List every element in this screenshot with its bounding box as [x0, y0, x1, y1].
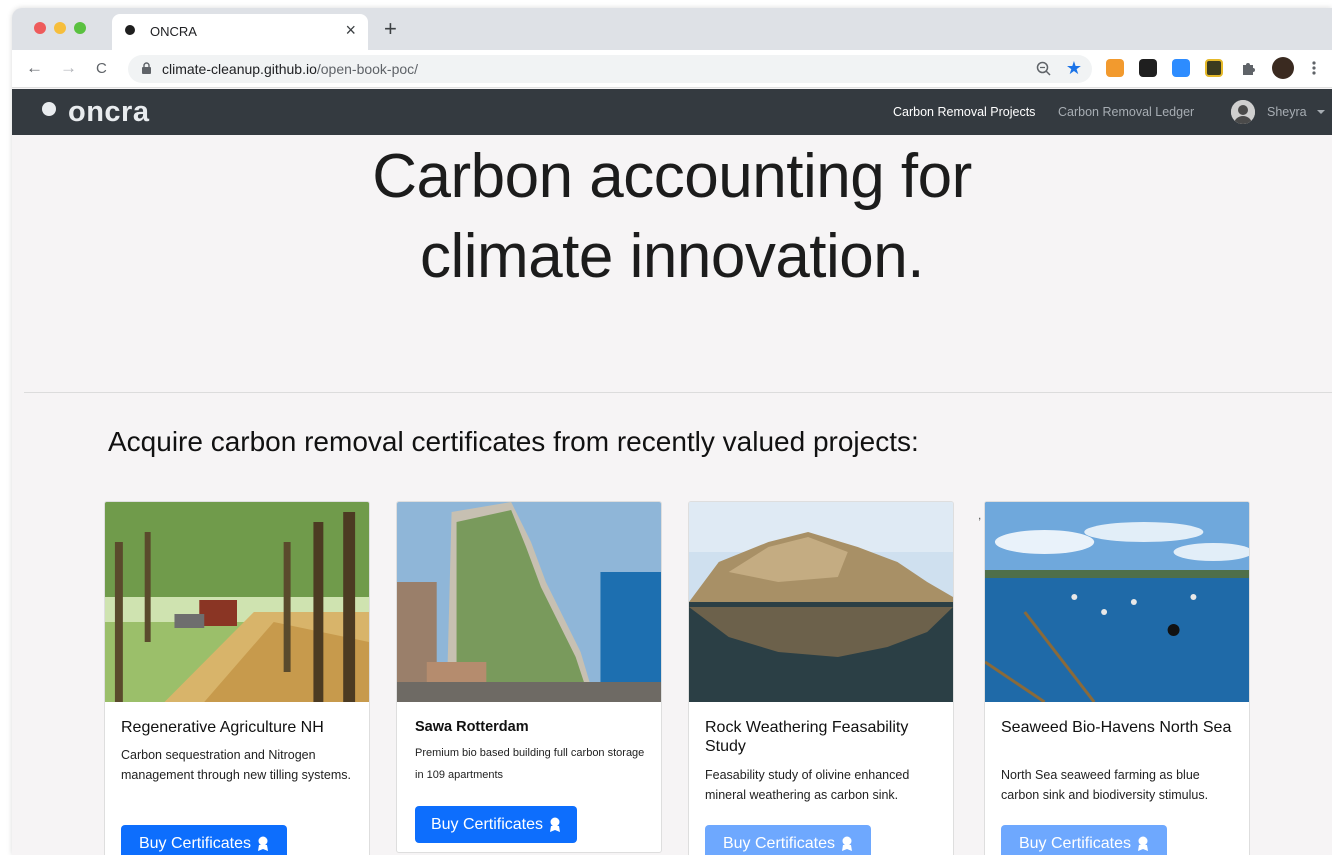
project-card: Sawa Rotterdam Premium bio based buildin…: [396, 501, 662, 853]
project-title: Rock Weathering Feasability Study: [705, 719, 909, 755]
buy-certificates-button[interactable]: Buy Certificates: [121, 825, 287, 855]
extension-c-icon[interactable]: [1139, 59, 1157, 77]
user-menu-caret-icon[interactable]: [1317, 110, 1325, 114]
project-image-seaweed-sea: [985, 502, 1249, 702]
forward-button[interactable]: →: [60, 58, 77, 78]
minimize-window-button[interactable]: [54, 22, 66, 34]
section-title: Acquire carbon removal certificates from…: [108, 426, 919, 457]
award-icon: [258, 836, 269, 851]
extensions-puzzle-icon[interactable]: [1240, 60, 1256, 76]
browser-tab[interactable]: ONCRA ×: [112, 14, 368, 50]
hero-title-line-1: Carbon accounting for: [372, 142, 972, 211]
award-icon: [842, 836, 853, 851]
new-tab-button[interactable]: +: [384, 16, 397, 42]
project-image-agriculture: [105, 502, 369, 702]
project-description: Feasability study of olivine enhanced mi…: [705, 768, 910, 802]
buy-certificates-button[interactable]: Buy Certificates: [705, 825, 871, 855]
browser-menu-icon[interactable]: [1312, 60, 1316, 76]
project-title: Seaweed Bio-Havens North Sea: [1001, 719, 1232, 736]
section-divider: [24, 392, 1332, 393]
project-title: Sawa Rotterdam: [415, 719, 529, 735]
oncra-logo-icon: [42, 102, 61, 123]
stray-mark: ,: [978, 508, 982, 522]
buy-certificates-label: Buy Certificates: [430, 815, 544, 833]
maximize-window-button[interactable]: [74, 22, 86, 34]
tab-title: ONCRA: [150, 24, 197, 39]
site-navbar: oncra Carbon Removal Projects Carbon Rem…: [12, 89, 1332, 135]
bookmark-star-icon[interactable]: ★: [1066, 58, 1082, 79]
project-card: Seaweed Bio-Havens North Sea North Sea s…: [984, 501, 1250, 855]
url-host: climate-cleanup.github.io: [162, 61, 317, 77]
url-text: climate-cleanup.github.io/open-book-poc/: [162, 61, 418, 77]
url-path: /open-book-poc/: [316, 61, 419, 77]
profile-avatar[interactable]: [1272, 57, 1294, 79]
tab-close-icon[interactable]: ×: [345, 20, 356, 41]
user-menu-name[interactable]: Sheyra: [1267, 105, 1307, 119]
reload-button[interactable]: C: [96, 60, 107, 77]
project-card: Regenerative Agriculture NH Carbon seque…: [104, 501, 370, 855]
buy-certificates-button[interactable]: Buy Certificates: [1001, 825, 1167, 855]
user-avatar[interactable]: [1231, 100, 1255, 124]
rss-extension-icon[interactable]: [1106, 59, 1124, 77]
zoom-icon[interactable]: [1036, 61, 1052, 77]
tab-strip: ONCRA × +: [12, 8, 1332, 50]
lock-icon: [142, 62, 151, 74]
buy-certificates-label: Buy Certificates: [1018, 834, 1132, 852]
address-bar[interactable]: climate-cleanup.github.io/open-book-poc/…: [128, 55, 1092, 83]
project-image-sawa-building: [397, 502, 661, 702]
browser-toolbar: ← → C climate-cleanup.github.io/open-boo…: [12, 50, 1332, 88]
buy-certificates-label: Buy Certificates: [138, 834, 252, 852]
user-avatar-icon: [1231, 100, 1255, 124]
project-card: Rock Weathering Feasability Study Feasab…: [688, 501, 954, 855]
nav-link-carbon-removal-ledger[interactable]: Carbon Removal Ledger: [1058, 105, 1194, 119]
project-image-rock-lake: [689, 502, 953, 702]
project-description: North Sea seaweed farming as blue carbon…: [1001, 768, 1209, 802]
award-icon: [550, 817, 561, 832]
project-description: Premium bio based building full carbon s…: [415, 747, 645, 781]
back-button[interactable]: ←: [26, 58, 43, 78]
nav-link-carbon-removal-projects[interactable]: Carbon Removal Projects: [893, 105, 1035, 119]
project-title: Regenerative Agriculture NH: [121, 719, 324, 736]
oncra-favicon-icon: [125, 25, 139, 40]
buy-certificates-label: Buy Certificates: [722, 834, 836, 852]
award-icon: [1138, 836, 1149, 851]
browser-window: ONCRA × + ← → C climate-cleanup.github.i…: [12, 8, 1332, 855]
buy-certificates-button[interactable]: Buy Certificates: [415, 806, 577, 843]
hero-title-line-2: climate innovation.: [420, 222, 925, 291]
close-window-button[interactable]: [34, 22, 46, 34]
extension-cube-icon[interactable]: [1205, 59, 1223, 77]
brand-logo[interactable]: oncra: [40, 95, 150, 128]
brand-name: oncra: [68, 95, 150, 128]
hero-section: Carbon accounting for climate innovation…: [12, 135, 1332, 393]
project-description: Carbon sequestration and Nitrogen manage…: [121, 748, 351, 782]
zoom-extension-icon[interactable]: [1172, 59, 1190, 77]
